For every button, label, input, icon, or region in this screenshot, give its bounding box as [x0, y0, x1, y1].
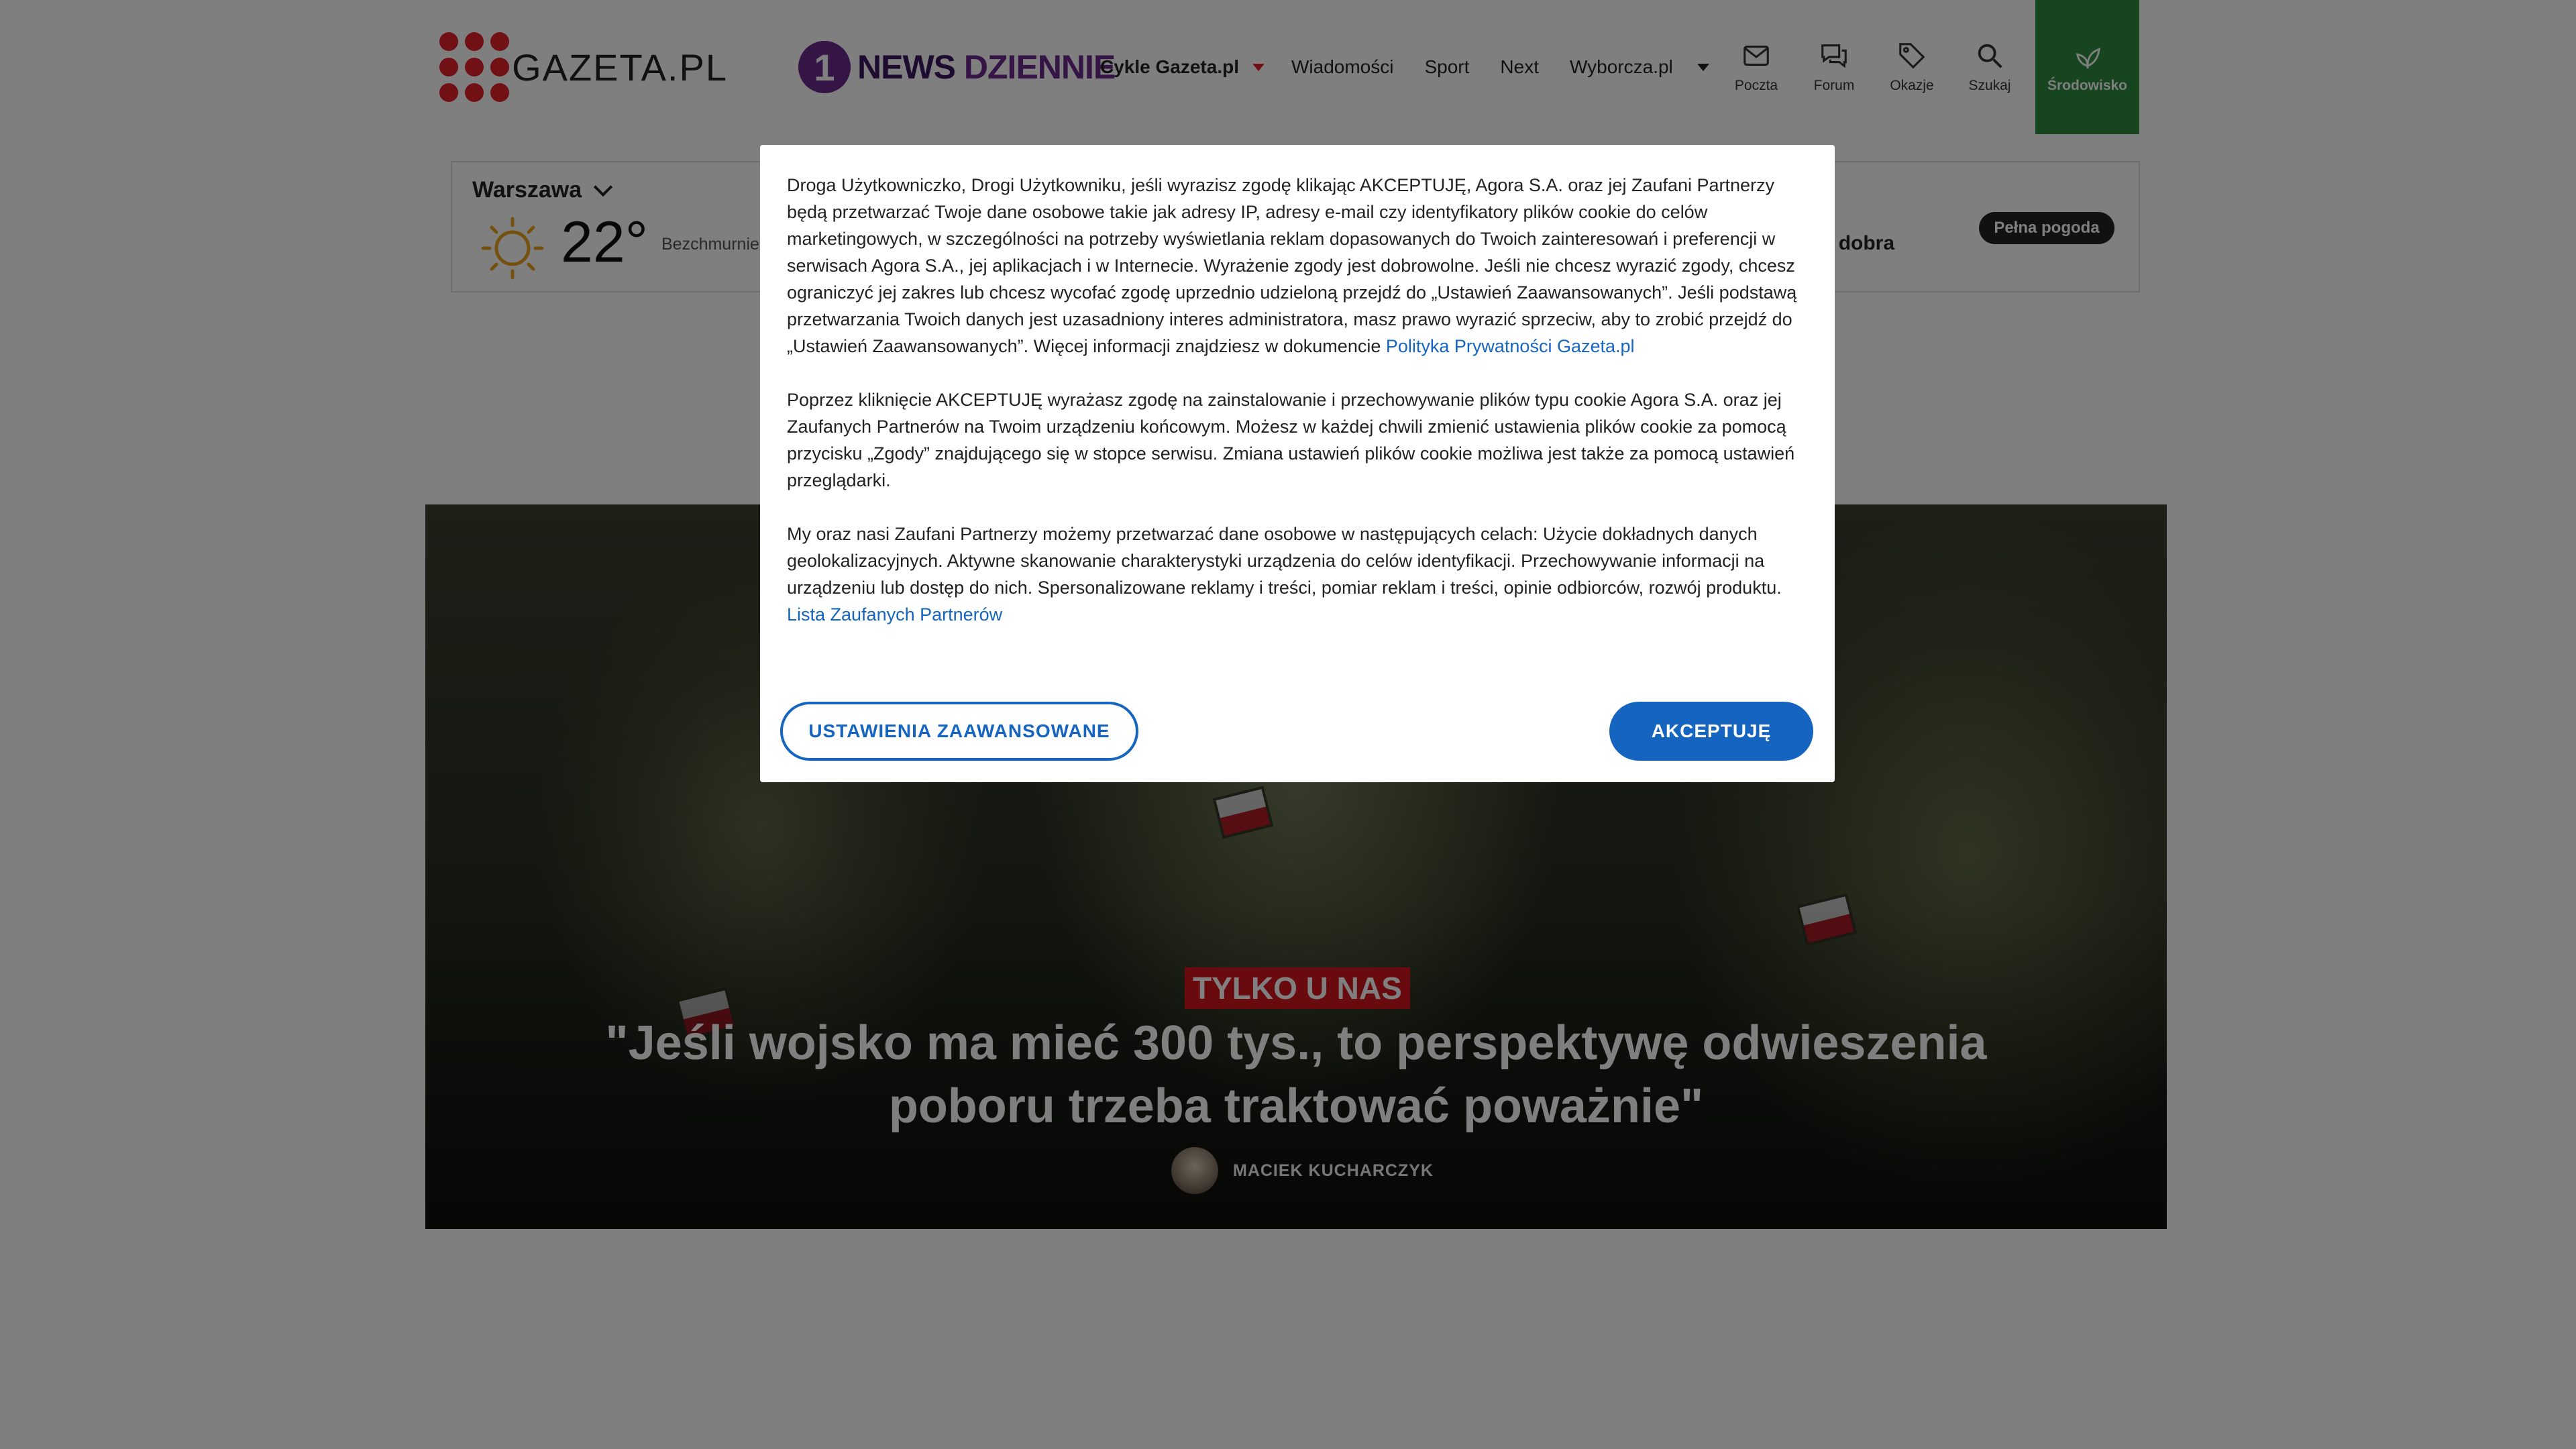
- privacy-policy-link[interactable]: Polityka Prywatności Gazeta.pl: [1386, 336, 1635, 356]
- consent-p1-text: Droga Użytkowniczko, Drogi Użytkowniku, …: [787, 175, 1797, 356]
- consent-paragraph-1: Droga Użytkowniczko, Drogi Użytkowniku, …: [787, 172, 1808, 360]
- consent-p3-text: My oraz nasi Zaufani Partnerzy możemy pr…: [787, 524, 1782, 598]
- accept-button[interactable]: AKCEPTUJĘ: [1609, 702, 1813, 761]
- consent-paragraph-2: Poprzez kliknięcie AKCEPTUJĘ wyrażasz zg…: [787, 390, 1795, 490]
- trusted-partners-link[interactable]: Lista Zaufanych Partnerów: [787, 604, 1002, 625]
- consent-modal: Droga Użytkowniczko, Drogi Użytkowniku, …: [760, 145, 1835, 782]
- advanced-settings-button[interactable]: USTAWIENIA ZAAWANSOWANE: [780, 702, 1138, 761]
- consent-paragraph-3: My oraz nasi Zaufani Partnerzy możemy pr…: [787, 521, 1808, 628]
